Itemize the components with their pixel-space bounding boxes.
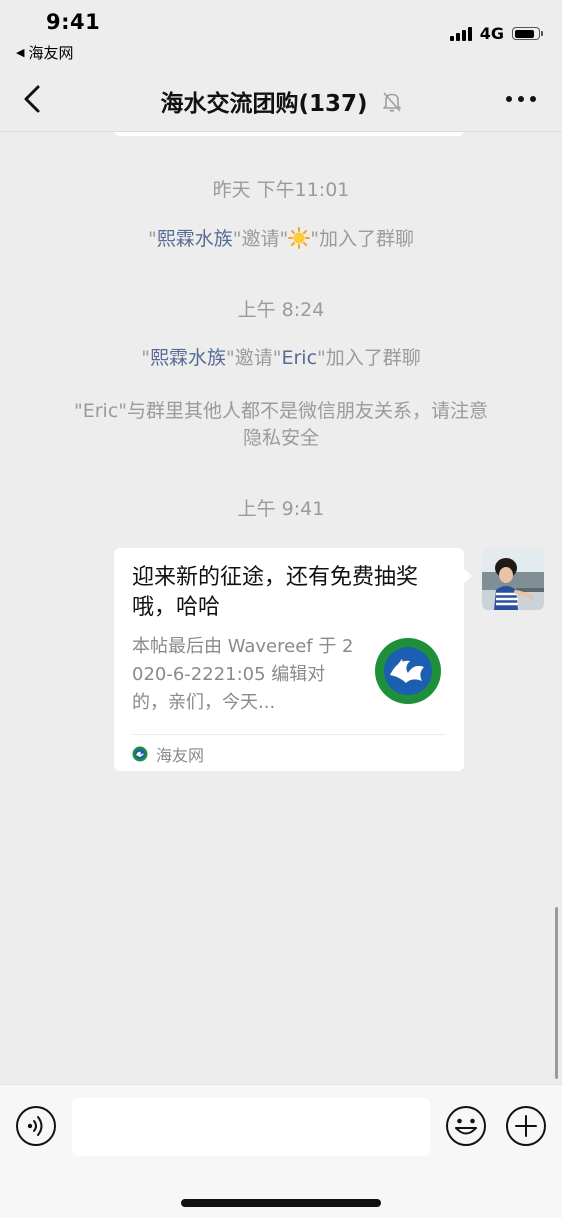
link-card-source: 海友网	[132, 742, 204, 766]
link-card-message[interactable]: 迎来新的征途，还有免费抽奖哦，哈哈 本帖最后由 Wavereef 于 2020-…	[114, 548, 472, 771]
smiley-icon[interactable]	[445, 1105, 487, 1147]
status-time: 9:41	[46, 10, 101, 34]
privacy-line-1: "Eric"与群里其他人都不是微信朋友关系，请注意	[73, 400, 489, 422]
chat-scrollbar[interactable]	[555, 907, 558, 1079]
battery-level	[514, 29, 535, 38]
system-message-join: "熙霖水族"邀请" "加入了群聊	[148, 227, 414, 250]
status-indicators: 4G	[449, 24, 543, 43]
sun-emoji-icon[interactable]	[288, 227, 311, 249]
system-message-privacy: "Eric"与群里其他人都不是微信朋友关系，请注意 隐私安全	[40, 398, 522, 452]
inviter-name-link[interactable]: 熙霖水族	[157, 228, 233, 250]
system-message-join: "熙霖水族"邀请"Eric"加入了群聊	[141, 347, 421, 369]
back-triangle-icon: ◀	[16, 46, 25, 59]
haiyou-logo-icon	[132, 746, 148, 762]
aquarium-logo-icon	[375, 638, 441, 704]
ellipsis-icon[interactable]	[504, 92, 538, 106]
timestamp: 昨天 下午11:01	[212, 179, 350, 201]
signal-icon	[449, 26, 472, 41]
status-bar: 9:41 ◀ 海友网 4G	[0, 0, 562, 66]
message-input[interactable]	[72, 1098, 430, 1156]
inviter-name-link[interactable]: 熙霖水族	[150, 347, 226, 369]
link-card-title: 迎来新的征途，还有免费抽奖哦，哈哈	[132, 565, 419, 620]
chat-area[interactable]: 昨天 下午11:01 "熙霖水族"邀请" "加入了群聊 上午 8:24 "熙霖水…	[0, 132, 562, 1084]
user-avatar[interactable]	[482, 548, 544, 610]
plus-circle-icon[interactable]	[505, 1105, 547, 1147]
input-bar	[0, 1084, 562, 1218]
nav-bar: 海水交流团购(137)	[0, 66, 562, 132]
privacy-line-2: 隐私安全	[242, 427, 319, 449]
timestamp: 上午 9:41	[237, 498, 325, 520]
bell-slash-icon	[382, 92, 401, 112]
link-card-source-label: 海友网	[156, 746, 205, 765]
back-to-app-link[interactable]: ◀ 海友网	[16, 42, 73, 63]
timestamp: 上午 8:24	[237, 299, 325, 321]
battery-icon	[512, 27, 543, 40]
link-card-divider	[132, 734, 446, 735]
back-app-label: 海友网	[28, 44, 74, 62]
voice-icon[interactable]	[15, 1105, 57, 1147]
chat-title-wrap: 海水交流团购(137)	[0, 84, 562, 118]
network-label: 4G	[479, 24, 504, 43]
link-card-description: 本帖最后由 Wavereef 于 2020-6-2221:05 编辑对的，亲们，…	[132, 636, 354, 713]
chat-title: 海水交流团购(137)	[160, 91, 368, 117]
home-indicator[interactable]	[181, 1199, 381, 1207]
previous-message-bubble[interactable]	[114, 132, 464, 136]
invitee-name-link[interactable]: Eric	[281, 347, 317, 369]
